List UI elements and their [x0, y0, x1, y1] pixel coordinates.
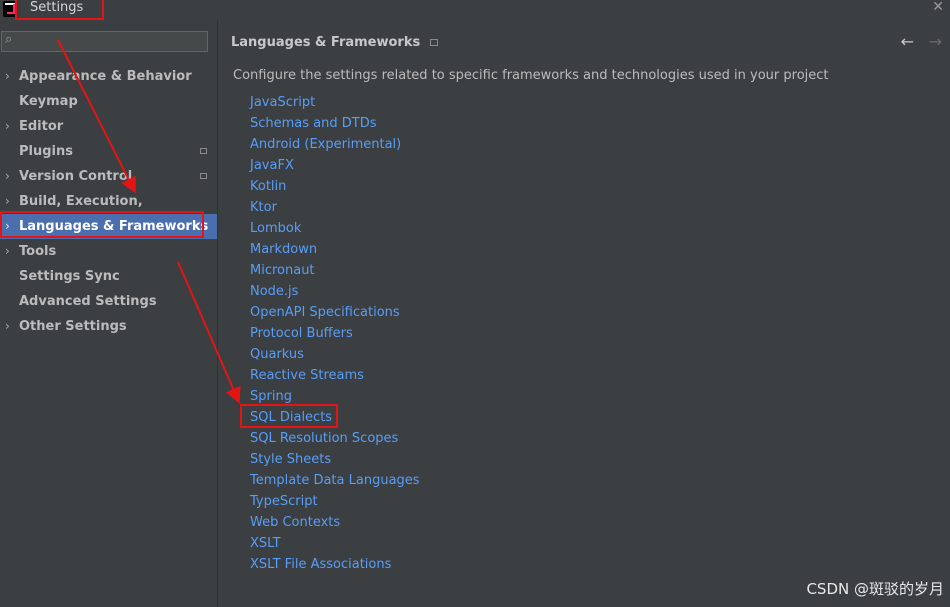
annotation-arrows — [57, 39, 241, 404]
annotation-arrow-2 — [177, 261, 241, 404]
annotation-arrow-1 — [57, 39, 136, 194]
csdn-watermark: CSDN @斑驳的岁月 — [806, 580, 944, 598]
